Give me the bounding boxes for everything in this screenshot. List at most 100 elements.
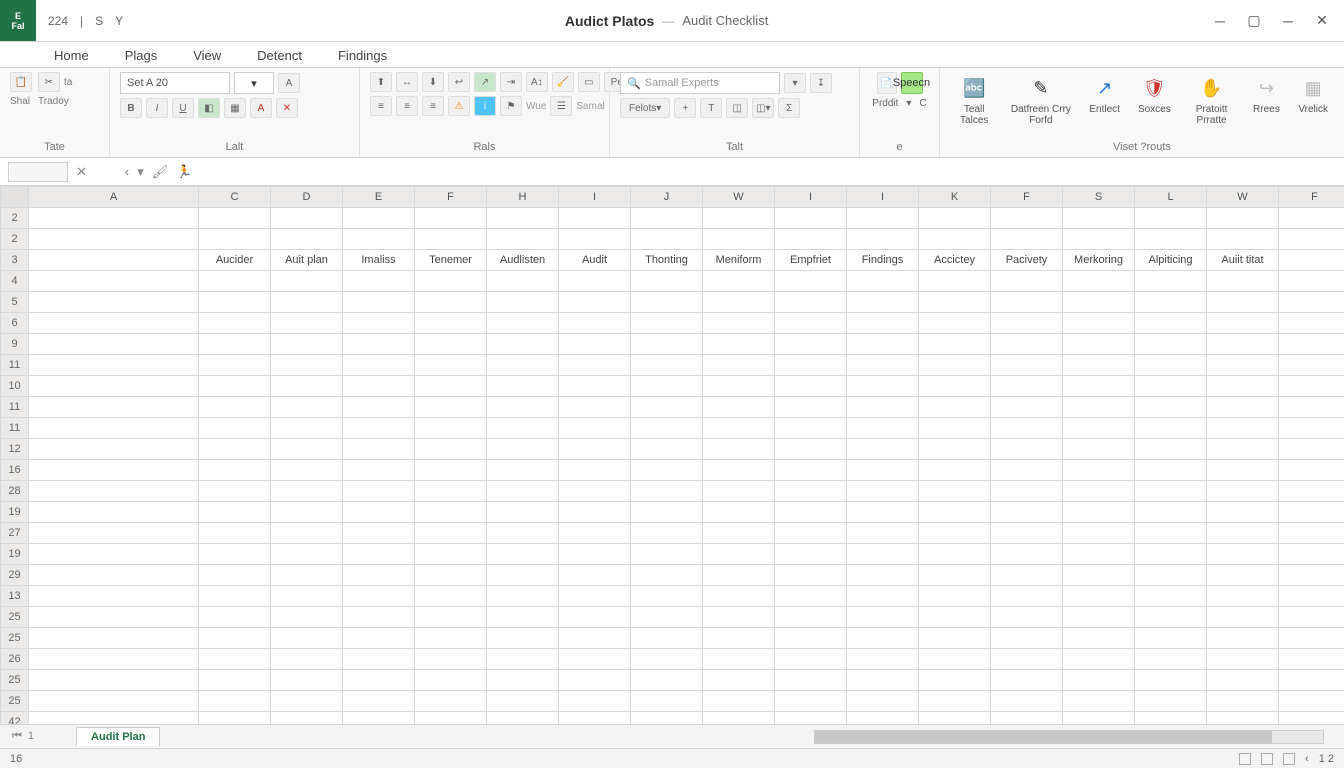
cell[interactable] — [271, 460, 343, 481]
cell[interactable] — [1063, 418, 1135, 439]
cell[interactable] — [631, 670, 703, 691]
cell[interactable] — [1207, 397, 1279, 418]
cell[interactable] — [487, 649, 559, 670]
cell[interactable]: Audit — [559, 250, 631, 271]
cell[interactable] — [415, 691, 487, 712]
cell[interactable] — [343, 523, 415, 544]
cell[interactable] — [1207, 481, 1279, 502]
t-icon[interactable]: T — [700, 98, 722, 118]
cell[interactable] — [1207, 628, 1279, 649]
cell[interactable] — [29, 607, 199, 628]
cell[interactable] — [343, 397, 415, 418]
cell[interactable] — [919, 628, 991, 649]
cell[interactable] — [991, 313, 1063, 334]
cell[interactable] — [1063, 439, 1135, 460]
cell[interactable] — [271, 502, 343, 523]
cell[interactable] — [1207, 523, 1279, 544]
cell[interactable] — [919, 418, 991, 439]
row-header[interactable]: 12 — [1, 439, 29, 460]
cell[interactable] — [415, 208, 487, 229]
cell[interactable] — [631, 607, 703, 628]
cell[interactable] — [559, 313, 631, 334]
cell[interactable] — [1135, 208, 1207, 229]
qat-y[interactable]: Y — [115, 14, 123, 28]
cell[interactable] — [487, 460, 559, 481]
cell[interactable] — [29, 712, 199, 725]
cell[interactable] — [29, 565, 199, 586]
cell[interactable] — [29, 481, 199, 502]
cell[interactable] — [1135, 229, 1207, 250]
row-header[interactable]: 28 — [1, 481, 29, 502]
cell[interactable] — [631, 397, 703, 418]
cell[interactable] — [991, 376, 1063, 397]
cell[interactable] — [1063, 565, 1135, 586]
align-center-icon[interactable]: ≡ — [396, 96, 418, 116]
tab-findings[interactable]: Findings — [320, 44, 405, 67]
cell[interactable] — [847, 649, 919, 670]
cell[interactable] — [1135, 355, 1207, 376]
cell[interactable] — [1207, 649, 1279, 670]
ungroup-icon[interactable]: ◫▾ — [752, 98, 774, 118]
cell[interactable] — [1279, 418, 1344, 439]
cell[interactable] — [271, 628, 343, 649]
cell[interactable] — [1279, 586, 1344, 607]
cell[interactable] — [271, 586, 343, 607]
cell[interactable] — [29, 544, 199, 565]
cell[interactable] — [343, 649, 415, 670]
cell[interactable] — [703, 712, 775, 725]
cell[interactable] — [1135, 502, 1207, 523]
cell[interactable] — [271, 271, 343, 292]
cell[interactable] — [29, 502, 199, 523]
cell[interactable] — [1135, 712, 1207, 725]
cell[interactable] — [703, 229, 775, 250]
cell[interactable] — [487, 271, 559, 292]
tab-plags[interactable]: Plags — [107, 44, 176, 67]
align-right-icon[interactable]: ≡ — [422, 96, 444, 116]
cell[interactable] — [1063, 691, 1135, 712]
cell[interactable] — [919, 712, 991, 725]
cell[interactable] — [559, 649, 631, 670]
cell[interactable] — [919, 334, 991, 355]
cell[interactable] — [343, 670, 415, 691]
fill-color-icon[interactable]: ◧ — [198, 98, 220, 118]
close-button[interactable]: ✕ — [1314, 13, 1330, 29]
cell[interactable] — [991, 649, 1063, 670]
maximize-button[interactable]: ▢ — [1246, 13, 1262, 29]
row-header[interactable]: 9 — [1, 334, 29, 355]
pratoitt-button[interactable]: ✋ Pratoitt Prratte — [1183, 72, 1241, 128]
cell[interactable] — [775, 481, 847, 502]
cell[interactable] — [1063, 334, 1135, 355]
font-color-icon[interactable]: A — [250, 98, 272, 118]
border-icon[interactable]: ▦ — [224, 98, 246, 118]
cell[interactable] — [1279, 670, 1344, 691]
cell[interactable] — [1279, 397, 1344, 418]
cell[interactable]: Thonting — [631, 250, 703, 271]
flag-icon[interactable]: ⚑ — [500, 96, 522, 116]
cell[interactable] — [199, 313, 271, 334]
cell[interactable] — [1063, 376, 1135, 397]
cell[interactable] — [415, 544, 487, 565]
row-header[interactable]: 3 — [1, 250, 29, 271]
cell[interactable] — [991, 208, 1063, 229]
horizontal-scrollbar[interactable] — [814, 730, 1324, 744]
cell[interactable] — [631, 691, 703, 712]
cell[interactable] — [775, 229, 847, 250]
select-all-corner[interactable] — [1, 187, 29, 208]
cell[interactable] — [703, 355, 775, 376]
cell[interactable] — [199, 691, 271, 712]
datfreen-button[interactable]: ✎ Datfreen Crry Forfd — [1004, 72, 1077, 128]
cell[interactable] — [775, 460, 847, 481]
cell[interactable] — [1063, 649, 1135, 670]
cell[interactable] — [559, 544, 631, 565]
list-icon[interactable]: ☰ — [550, 96, 572, 116]
cell[interactable] — [559, 292, 631, 313]
cell[interactable] — [271, 670, 343, 691]
row-header[interactable]: 2 — [1, 208, 29, 229]
orient-icon[interactable]: ↗ — [474, 72, 496, 92]
cell[interactable] — [703, 460, 775, 481]
cell[interactable] — [1279, 208, 1344, 229]
cell[interactable] — [775, 544, 847, 565]
column-header[interactable]: F — [415, 187, 487, 208]
cell[interactable] — [271, 355, 343, 376]
cell[interactable] — [847, 376, 919, 397]
